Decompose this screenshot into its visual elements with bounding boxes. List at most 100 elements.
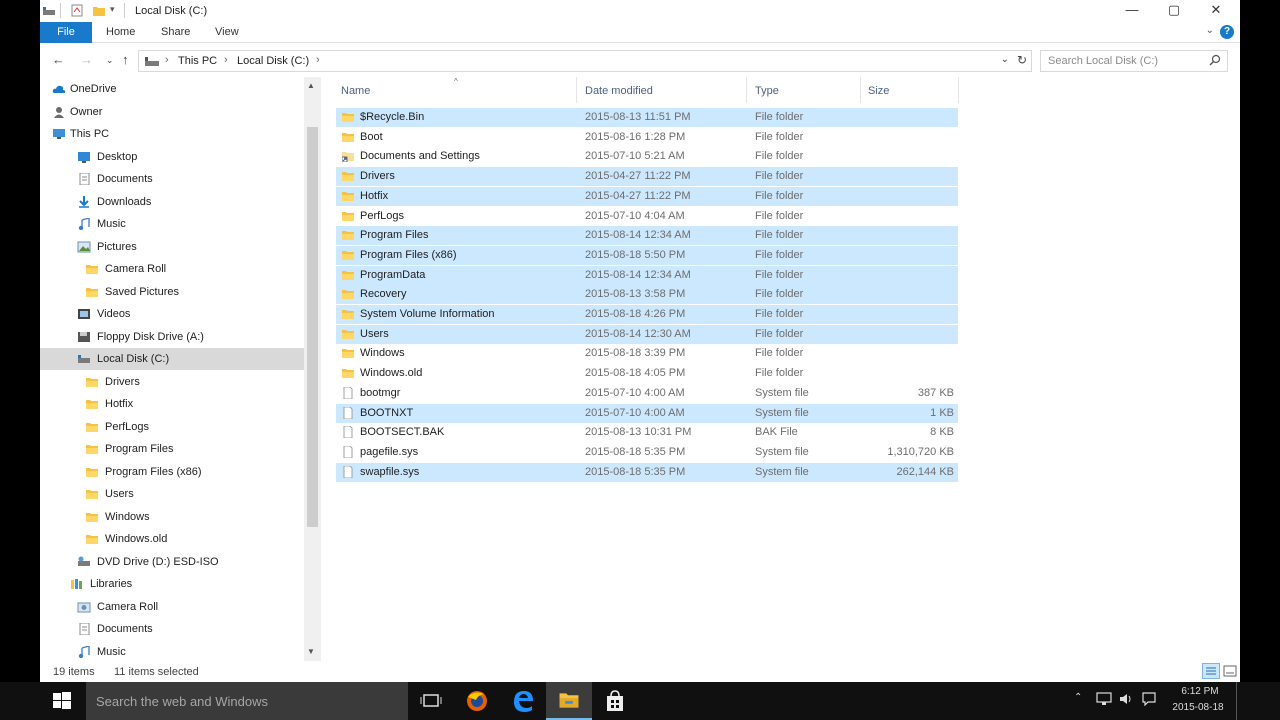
- file-row[interactable]: $Recycle.Bin 2015-08-13 11:51 PM File fold…: [336, 108, 958, 127]
- nav-item[interactable]: Owner: [40, 101, 304, 123]
- nav-item[interactable]: Videos: [40, 303, 304, 325]
- file-row[interactable]: Boot 2015-08-16 1:28 PM File folder: [336, 128, 958, 147]
- scroll-up-icon[interactable]: ▲: [307, 81, 315, 90]
- breadcrumb-local-disk[interactable]: Local Disk (C:): [237, 55, 309, 67]
- nav-item[interactable]: Windows.old: [40, 528, 304, 550]
- file-row[interactable]: pagefile.sys 2015-08-18 5:35 PM System fil…: [336, 443, 958, 462]
- file-row[interactable]: Windows.old 2015-08-18 4:05 PM File folder: [336, 364, 958, 383]
- nav-item[interactable]: PerfLogs: [40, 416, 304, 438]
- volume-icon[interactable]: [1118, 692, 1134, 706]
- nav-item[interactable]: Libraries: [40, 573, 304, 595]
- back-button[interactable]: ←: [52, 52, 65, 67]
- nav-scrollbar[interactable]: ▲ ▼: [304, 77, 321, 661]
- file-row[interactable]: Windows 2015-08-18 3:39 PM File folder: [336, 344, 958, 363]
- windows-start-icon[interactable]: [52, 691, 72, 711]
- file-row[interactable]: BOOTSECT.BAK 2015-08-13 10:31 PM BAK File 8…: [336, 423, 958, 442]
- file-row[interactable]: System Volume Information 2015-08-18 4:26…: [336, 305, 958, 324]
- file-explorer-taskbar-button[interactable]: [546, 682, 592, 720]
- action-center-icon[interactable]: [1141, 692, 1157, 706]
- file-row[interactable]: Hotfix 2015-04-27 11:22 PM File folder: [336, 186, 958, 206]
- file-row[interactable]: Documents and Settings 2015-07-10 5:21 AM…: [336, 147, 958, 166]
- nav-item[interactable]: Pictures: [40, 236, 304, 258]
- drive-icon: [78, 355, 90, 363]
- nav-item[interactable]: Desktop: [40, 146, 304, 168]
- title-bar: ▾ Local Disk (C:) — ▢ ✕: [40, 0, 1240, 22]
- nav-item[interactable]: Program Files: [40, 438, 304, 460]
- file-size: 1 KB: [930, 406, 954, 419]
- clock-time[interactable]: 6:12 PM: [1170, 686, 1230, 697]
- new-folder-icon[interactable]: [92, 4, 106, 17]
- file-row[interactable]: Program Files (x86) 2015-08-18 5:50 PM Fil…: [336, 245, 958, 265]
- file-row[interactable]: Users 2015-08-14 12:30 AM File folder: [336, 324, 958, 344]
- address-dropdown-icon[interactable]: ⌄: [1001, 54, 1009, 65]
- nav-item[interactable]: Drivers: [40, 371, 304, 393]
- nav-item[interactable]: Program Files (x86): [40, 461, 304, 483]
- show-hidden-icons-icon[interactable]: ⌃: [1074, 692, 1082, 703]
- edge-button[interactable]: [500, 682, 546, 720]
- folder-icon: [342, 329, 354, 339]
- clock-date[interactable]: 2015-08-18: [1166, 702, 1230, 713]
- breadcrumb-this-pc[interactable]: This PC: [178, 55, 217, 67]
- nav-item[interactable]: Downloads: [40, 191, 304, 213]
- forward-button[interactable]: →: [80, 52, 93, 67]
- nav-item[interactable]: Music: [40, 213, 304, 235]
- column-name[interactable]: Name: [341, 85, 370, 97]
- nav-item[interactable]: This PC: [40, 123, 304, 145]
- task-view-button[interactable]: [408, 682, 454, 720]
- nav-item[interactable]: Documents: [40, 618, 304, 640]
- nav-item[interactable]: DVD Drive (D:) ESD-ISO: [40, 551, 304, 573]
- nav-item[interactable]: Camera Roll: [40, 596, 304, 618]
- nav-item[interactable]: OneDrive: [40, 78, 304, 100]
- tab-share[interactable]: Share: [161, 22, 190, 43]
- search-input[interactable]: Search Local Disk (C:): [1040, 50, 1228, 72]
- expand-ribbon-icon[interactable]: ⌄: [1206, 25, 1214, 36]
- show-desktop-button[interactable]: [1236, 682, 1242, 720]
- close-button[interactable]: ✕: [1194, 0, 1238, 22]
- nav-item[interactable]: Hotfix: [40, 393, 304, 415]
- firefox-button[interactable]: [454, 682, 500, 720]
- nav-item[interactable]: Camera Roll: [40, 258, 304, 280]
- file-row[interactable]: Drivers 2015-04-27 11:22 PM File folder: [336, 167, 958, 187]
- nav-item[interactable]: Saved Pictures: [40, 281, 304, 303]
- scroll-down-icon[interactable]: ▼: [307, 647, 315, 656]
- taskbar-search-box[interactable]: Search the web and Windows: [86, 682, 408, 720]
- search-icon[interactable]: [1209, 54, 1221, 66]
- file-row[interactable]: ProgramData 2015-08-14 12:34 AM File folde…: [336, 265, 958, 285]
- nav-item[interactable]: Users: [40, 483, 304, 505]
- recent-locations-icon[interactable]: ⌄: [106, 55, 114, 66]
- nav-scroll-thumb[interactable]: [307, 127, 318, 527]
- column-size[interactable]: Size: [868, 85, 889, 97]
- file-row[interactable]: Recovery 2015-08-13 3:58 PM File folder: [336, 285, 958, 305]
- file-row[interactable]: swapfile.sys 2015-08-18 5:35 PM System fil…: [336, 462, 958, 482]
- properties-icon[interactable]: [70, 4, 84, 17]
- help-icon[interactable]: ?: [1220, 25, 1234, 39]
- tab-view[interactable]: View: [215, 22, 239, 43]
- nav-item-label: Local Disk (C:): [97, 353, 170, 365]
- breadcrumb-separator[interactable]: ›: [165, 54, 169, 66]
- minimize-button[interactable]: —: [1110, 0, 1154, 22]
- breadcrumb-separator[interactable]: ›: [316, 54, 320, 66]
- refresh-icon[interactable]: ↻: [1017, 53, 1027, 67]
- large-icons-view-button[interactable]: [1222, 663, 1238, 679]
- tab-file[interactable]: File: [40, 22, 92, 43]
- details-view-button[interactable]: [1202, 663, 1220, 679]
- column-date-modified[interactable]: Date modified: [585, 85, 653, 97]
- nav-item[interactable]: Windows: [40, 506, 304, 528]
- nav-item[interactable]: Music: [40, 641, 304, 662]
- column-type[interactable]: Type: [755, 85, 779, 97]
- nav-item[interactable]: Floppy Disk Drive (A:): [40, 326, 304, 348]
- nav-item[interactable]: Documents: [40, 168, 304, 190]
- file-row[interactable]: Program Files 2015-08-14 12:34 AM File fol…: [336, 226, 958, 246]
- file-row[interactable]: bootmgr 2015-07-10 4:00 AM System file 387 …: [336, 384, 958, 403]
- file-row[interactable]: BOOTNXT 2015-07-10 4:00 AM System file 1 KB: [336, 403, 958, 423]
- quick-access-dropdown-icon[interactable]: ▾: [110, 4, 115, 15]
- store-button[interactable]: [592, 682, 638, 720]
- nav-item[interactable]: Local Disk (C:): [40, 348, 304, 370]
- tab-home[interactable]: Home: [106, 22, 135, 43]
- breadcrumb-separator[interactable]: ›: [224, 54, 228, 66]
- network-icon[interactable]: [1096, 692, 1112, 706]
- file-row[interactable]: PerfLogs 2015-07-10 4:04 AM File folder: [336, 207, 958, 226]
- up-button[interactable]: ↑: [122, 52, 129, 67]
- address-bar[interactable]: › This PC › Local Disk (C:) › ⌄ ↻: [138, 50, 1032, 72]
- maximize-button[interactable]: ▢: [1152, 0, 1196, 22]
